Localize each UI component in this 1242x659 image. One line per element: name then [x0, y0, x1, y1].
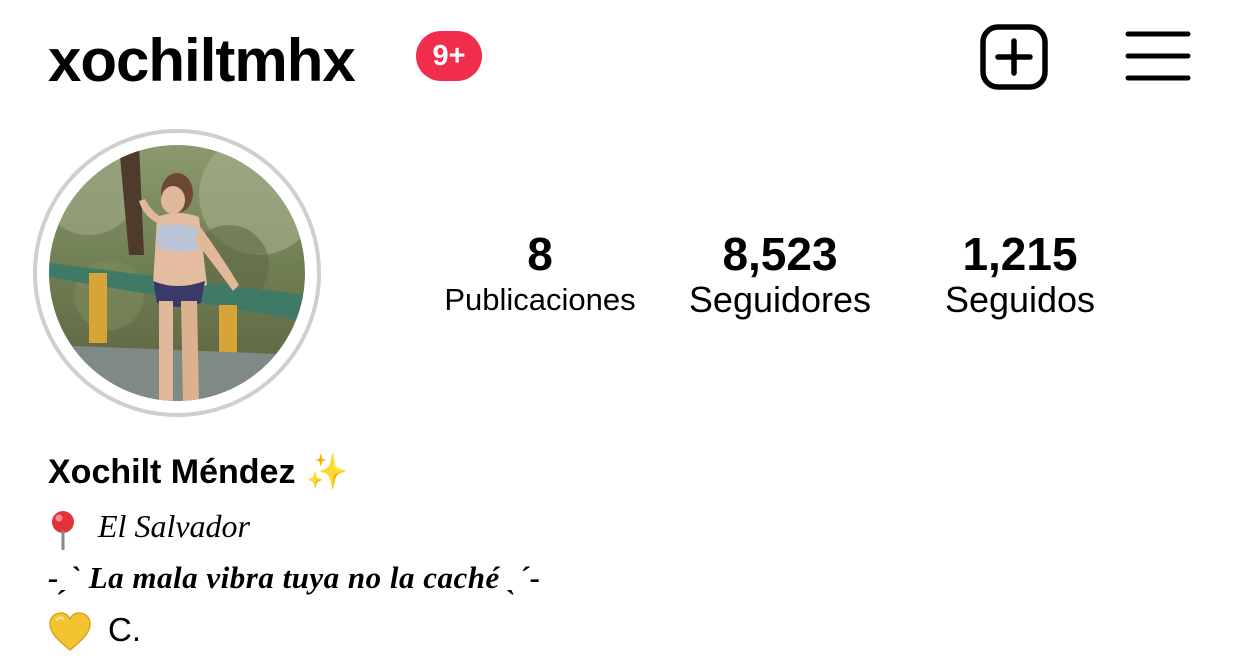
menu-button[interactable] — [1124, 28, 1192, 84]
profile-avatar[interactable] — [33, 129, 321, 417]
posts-count[interactable]: 8 Publicaciones — [420, 228, 660, 320]
following-count[interactable]: 1,215 Seguidos — [914, 228, 1126, 320]
hamburger-menu-icon — [1125, 31, 1191, 81]
pushpin-icon — [52, 510, 74, 550]
full-name-text: Xochilt Méndez — [48, 453, 296, 491]
username-header[interactable]: xochiltmhx — [48, 26, 356, 96]
yellow-heart-icon — [49, 612, 91, 652]
avatar-photo — [49, 145, 305, 401]
profile-page: xochiltmhx 9+ 8 Publicaciones 8,523 Segu… — [0, 0, 1242, 659]
bio-signature-line: C. — [48, 606, 141, 654]
bio-location-line: El Salvador — [48, 502, 250, 550]
followers-count-value: 8,523 — [722, 228, 838, 280]
followers-count[interactable]: 8,523 Seguidores — [664, 228, 896, 320]
following-count-label: Seguidos — [944, 279, 1096, 320]
posts-count-label: Publicaciones — [444, 282, 636, 317]
following-count-value: 1,215 — [962, 228, 1078, 280]
posts-count-value: 8 — [527, 228, 553, 280]
sparkles-icon: ✨ — [305, 452, 348, 492]
notification-badge[interactable]: 9+ — [416, 31, 482, 81]
bio-quote: -ˏˋ La mala vibra tuya no la caché ˎˊ- — [48, 560, 541, 595]
bio-signature: C. — [108, 611, 141, 648]
followers-count-label: Seguidores — [688, 279, 872, 320]
full-name: Xochilt Méndez ✨ — [48, 448, 348, 496]
new-post-button[interactable] — [978, 24, 1050, 90]
bio-location: El Salvador — [98, 508, 250, 544]
plus-square-icon — [980, 24, 1048, 90]
